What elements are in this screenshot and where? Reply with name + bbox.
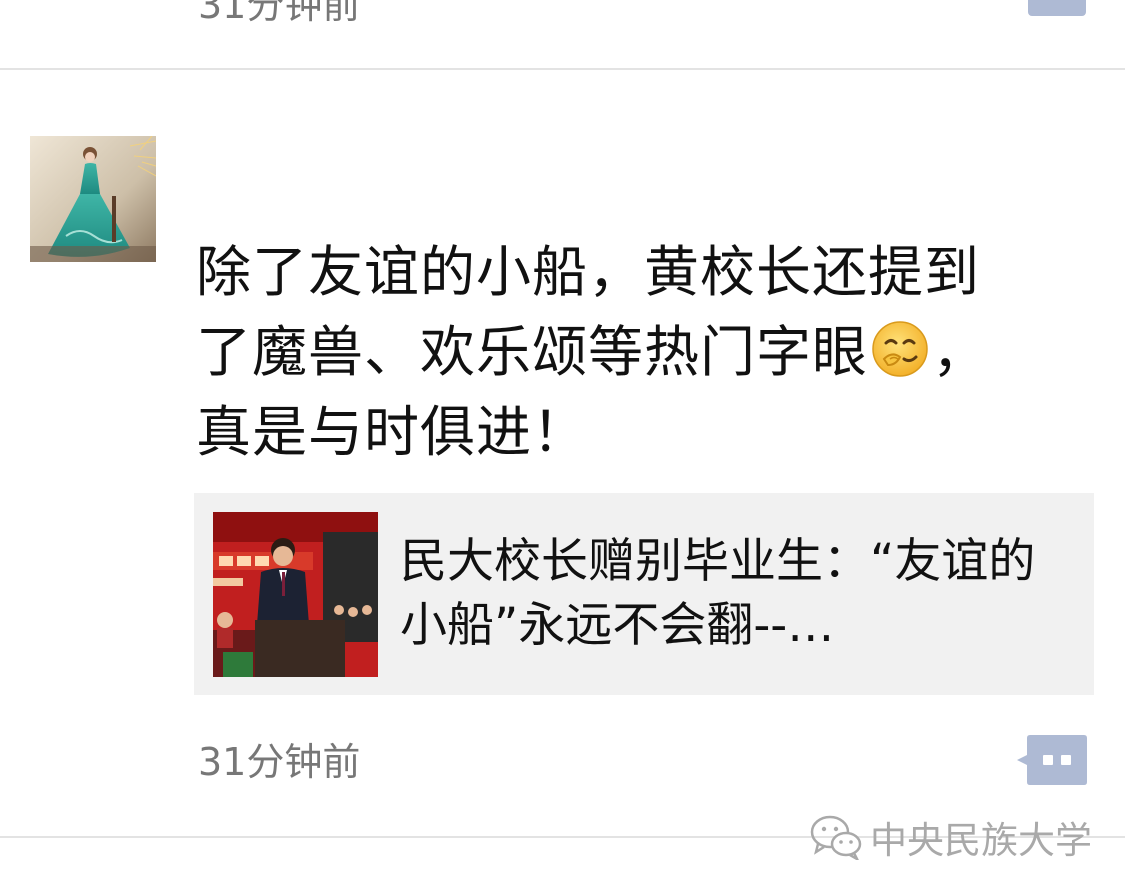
shared-link-card[interactable]: 民大校长赠别毕业生：“友谊的小船”永远不会翻--… — [194, 493, 1094, 695]
previous-post-comment-button[interactable] — [1028, 0, 1086, 16]
post-divider — [0, 68, 1125, 70]
post-text-line-2: 了魔兽、欢乐颂等热门字眼 — [196, 320, 869, 384]
comment-bubble-icon[interactable] — [1016, 733, 1088, 787]
shared-link-title[interactable]: 民大校长赠别毕业生：“友谊的小船”永远不会翻--… — [400, 530, 1072, 658]
avatar[interactable] — [30, 136, 156, 262]
previous-post-timestamp: 31分钟前 — [198, 0, 361, 27]
graduation-speech-thumbnail — [213, 512, 378, 677]
wechat-icon — [810, 814, 862, 860]
post-text-line-3: 真是与时俱进！ — [196, 400, 589, 464]
chuckle-emoji-icon — [870, 319, 930, 379]
post-text-line-2-punct: ， — [932, 320, 989, 384]
post-text: 除了友谊的小船，黄校长还提到 了魔兽、欢乐颂等热门字眼 ， 真是与时俱进！ — [196, 232, 1076, 472]
post-timestamp: 31分钟前 — [198, 740, 361, 784]
post-text-line-1: 除了友谊的小船，黄校长还提到 — [196, 240, 981, 304]
watermark: 中央民族大学 — [810, 812, 1092, 862]
watermark-text: 中央民族大学 — [870, 819, 1092, 862]
